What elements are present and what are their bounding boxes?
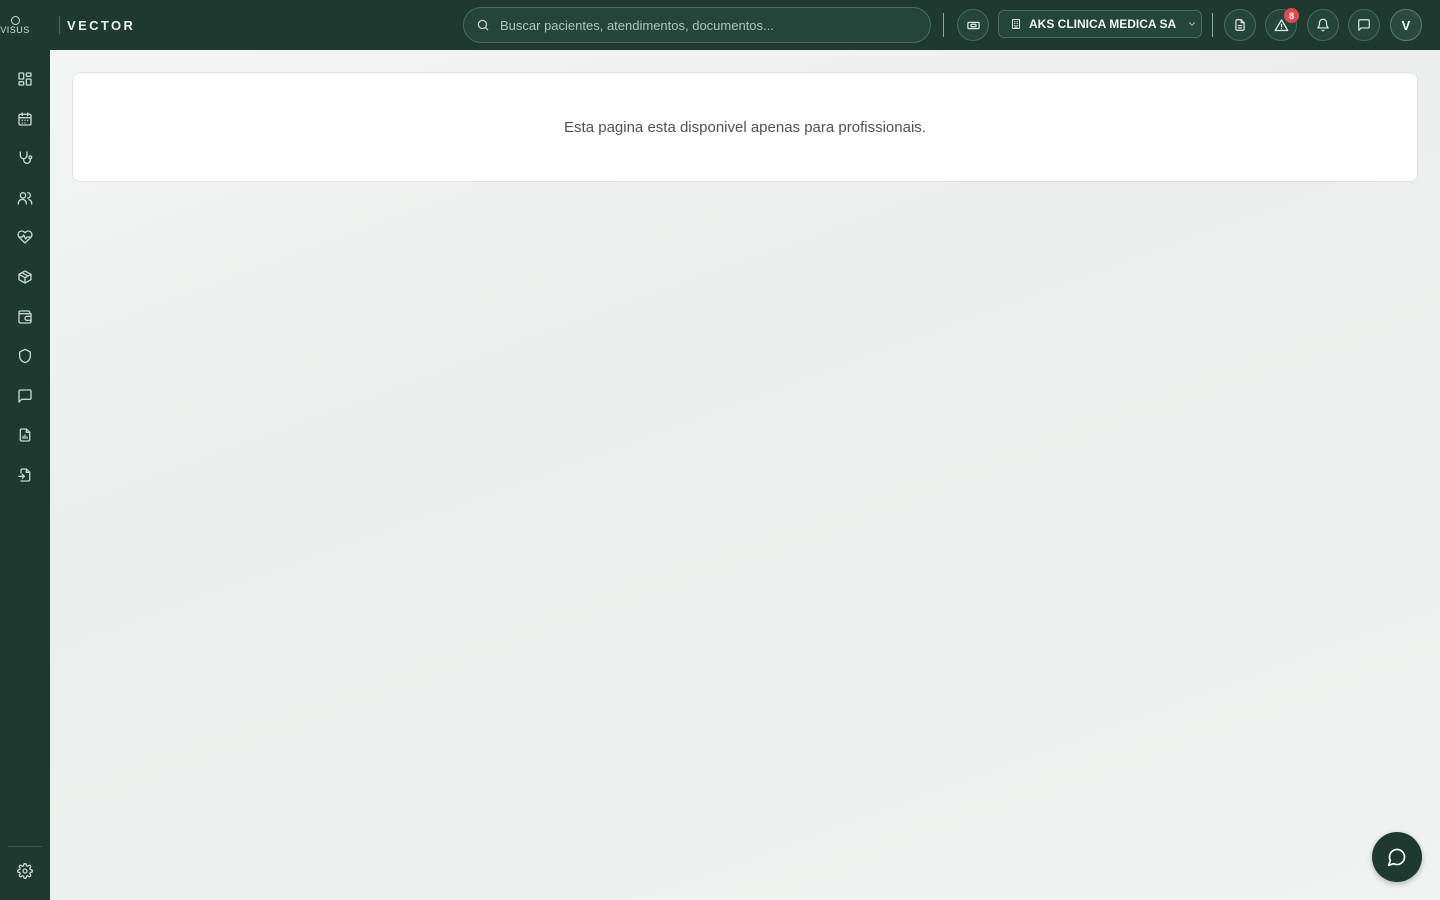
shield-icon bbox=[19, 348, 31, 364]
restricted-access-card: Esta pagina esta disponivel apenas para … bbox=[72, 72, 1418, 182]
heart-pulse-icon bbox=[17, 230, 33, 244]
dashboard-icon bbox=[18, 72, 32, 86]
sidebar-item-patients[interactable] bbox=[11, 184, 39, 212]
sidebar-item-security[interactable] bbox=[11, 342, 39, 370]
logo-text: VISUS bbox=[0, 24, 30, 35]
sidebar bbox=[0, 50, 50, 900]
file-icon bbox=[1235, 19, 1245, 31]
sidebar-item-calendar[interactable] bbox=[11, 105, 39, 133]
report-icon bbox=[19, 428, 31, 442]
calendar-icon bbox=[18, 112, 32, 126]
ticket-icon bbox=[966, 21, 980, 29]
message-icon bbox=[18, 389, 32, 403]
sidebar-item-settings[interactable] bbox=[11, 857, 39, 885]
brand-divider bbox=[59, 16, 60, 34]
chat-support-button[interactable] bbox=[1372, 832, 1422, 882]
wallet-icon bbox=[18, 310, 32, 324]
ticket-button[interactable] bbox=[957, 9, 989, 41]
search-icon bbox=[477, 19, 489, 31]
messages-button[interactable] bbox=[1348, 9, 1380, 41]
documents-button[interactable] bbox=[1224, 9, 1256, 41]
sidebar-item-inventory[interactable] bbox=[11, 263, 39, 291]
visus-logo[interactable]: VISUS bbox=[0, 0, 40, 50]
users-icon bbox=[17, 192, 33, 205]
alerts-count-badge: 8 bbox=[1284, 8, 1299, 23]
search-input[interactable] bbox=[500, 17, 920, 33]
sidebar-item-health[interactable] bbox=[11, 223, 39, 251]
building-icon bbox=[1012, 19, 1020, 29]
chat-bubble-icon bbox=[1387, 848, 1406, 867]
package-icon bbox=[18, 270, 32, 284]
user-avatar[interactable]: V bbox=[1390, 9, 1422, 41]
document-exchange-icon bbox=[18, 468, 31, 482]
sidebar-item-dashboard[interactable] bbox=[11, 65, 39, 93]
header-divider-2 bbox=[1212, 13, 1213, 37]
bell-icon bbox=[1317, 18, 1329, 32]
app-name: VECTOR bbox=[67, 17, 136, 33]
sidebar-item-messages[interactable] bbox=[11, 382, 39, 410]
restricted-access-message: Esta pagina esta disponivel apenas para … bbox=[564, 118, 926, 136]
sidebar-item-reports[interactable] bbox=[11, 421, 39, 449]
header-divider bbox=[943, 13, 944, 37]
clinic-name: AKS CLINICA MEDICA SA bbox=[1029, 17, 1177, 31]
notifications-button[interactable] bbox=[1307, 9, 1339, 41]
brand[interactable]: VISUS VECTOR bbox=[0, 0, 135, 50]
stethoscope-icon bbox=[19, 151, 33, 164]
sidebar-divider bbox=[8, 846, 42, 847]
global-search[interactable] bbox=[463, 7, 931, 43]
message-square-icon bbox=[1358, 19, 1370, 31]
top-bar: VISUS VECTOR AKS CLINICA MEDICA SA 8 V bbox=[0, 0, 1440, 50]
chevron-down-icon bbox=[1189, 22, 1196, 26]
clinic-selector[interactable]: AKS CLINICA MEDICA SA bbox=[998, 10, 1202, 38]
sidebar-item-consultations[interactable] bbox=[11, 144, 39, 172]
sidebar-item-documents[interactable] bbox=[11, 461, 39, 489]
sidebar-item-financial[interactable] bbox=[11, 303, 39, 331]
gear-icon bbox=[17, 863, 33, 879]
